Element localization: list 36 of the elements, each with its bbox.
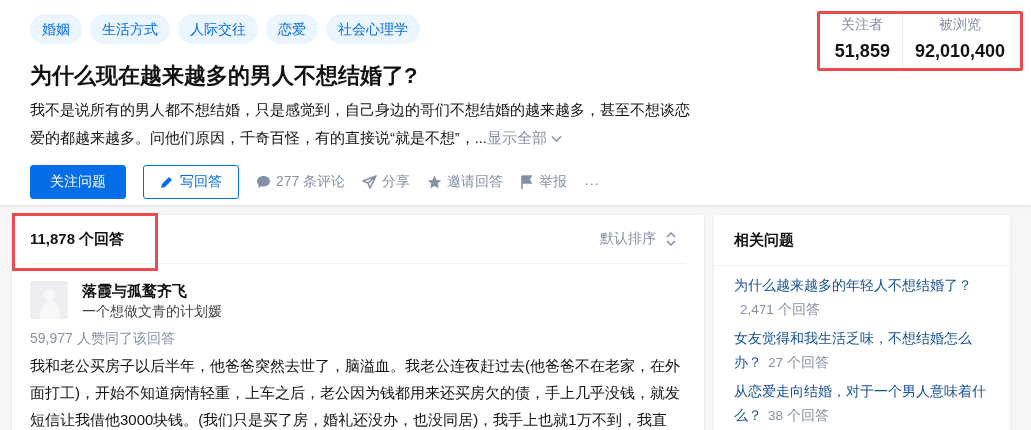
- answer-count: 11,878 个回答: [30, 229, 125, 249]
- more-button[interactable]: ···: [584, 165, 600, 199]
- follow-button[interactable]: 关注问题: [30, 165, 126, 199]
- related-title: 相关问题: [714, 215, 1010, 266]
- vote-count: 59,977 人赞同了该回答: [30, 329, 176, 348]
- stat-value: 51,859: [834, 40, 890, 63]
- action-button[interactable]: 分享: [362, 165, 411, 199]
- comment-icon: [256, 175, 271, 189]
- topic-tag[interactable]: 恋爱: [266, 14, 318, 44]
- related-question-link[interactable]: 为什么越来越多的年轻人不想结婚了？ 2,471 个回答: [734, 274, 990, 322]
- topic-tag[interactable]: 婚姻: [30, 14, 82, 44]
- action-button[interactable]: 邀请回答: [427, 165, 504, 199]
- sort-icon: [666, 232, 676, 246]
- topic-tag[interactable]: 人际交往: [178, 14, 258, 44]
- chevron-down-icon[interactable]: [550, 135, 562, 143]
- write-answer-button[interactable]: 写回答: [143, 165, 239, 199]
- show-all-link[interactable]: 显示全部: [486, 130, 547, 146]
- action-button[interactable]: 277 条评论: [256, 165, 346, 199]
- related-question-link[interactable]: 女友觉得和我生活乏味，不想结婚怎么办？ 27 个回答: [734, 327, 990, 375]
- sort-button[interactable]: 默认排序: [600, 230, 686, 248]
- author-headline: 一个想做文青的计划媛: [82, 302, 222, 321]
- question-excerpt: 我不是说所有的男人都不想结婚，只是感觉到，自己身边的哥们不想结婚的越来越多，甚至不想谈恋爱的都越来越多。问他们原因，千奇百怪，有的直接说“就是不想”，...显示全部: [30, 101, 691, 148]
- stat-label: 关注者: [841, 15, 884, 34]
- star-icon: [427, 175, 443, 189]
- related-question-link[interactable]: 从恋爱走向结婚，对于一个男人意味着什么？ 38 个回答: [734, 380, 990, 428]
- topic-tag[interactable]: 生活方式: [90, 14, 170, 44]
- stat-value: 92,010,400: [914, 40, 1005, 63]
- flag-icon: [520, 175, 535, 189]
- send-icon: [362, 175, 378, 189]
- topic-tag[interactable]: 社会心理学: [326, 14, 420, 44]
- answer-content: 我和老公买房子以后半年，他爸爸突然去世了，脑溢血。我老公连夜赶过去(他爸爸不在老家，在外面打工)，开始不知道病情轻重，上车之后，老公因为钱都用来还买房欠的债，手上几乎没钱，就发短信让我借他3000块钱。(我们只是买了房，婚礼还没办，也没同居)，我手上也就1万不到，我直: [30, 356, 681, 430]
- question-title: 为什么现在越来越多的男人不想结婚了?: [30, 62, 419, 90]
- action-button[interactable]: 举报: [520, 165, 568, 199]
- pencil-icon: [160, 175, 174, 189]
- author-name[interactable]: 落霞与孤鹜齐飞: [82, 281, 222, 301]
- stat-label: 被浏览: [938, 15, 981, 34]
